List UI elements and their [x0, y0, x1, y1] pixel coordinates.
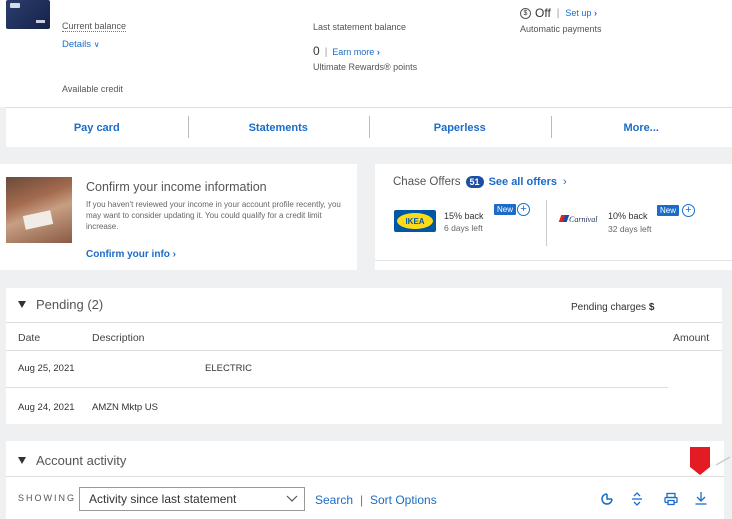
details-link[interactable]: Details ∨ — [62, 39, 100, 50]
pending-charges: Pending charges $ — [571, 302, 655, 313]
pay-card-button[interactable]: Pay card — [6, 108, 188, 147]
download-icon[interactable] — [694, 491, 708, 505]
autopay-label: Automatic payments — [520, 24, 602, 34]
woman-reading-photo — [6, 177, 72, 243]
expand-collapse-icon[interactable] — [630, 492, 644, 506]
showing-label: SHOWING — [18, 493, 76, 503]
account-activity-title: Account activity — [36, 453, 127, 468]
offers-footer — [375, 260, 732, 270]
rewards-points-value: 0 — [313, 44, 320, 58]
print-icon[interactable] — [664, 492, 678, 506]
credit-card-image — [6, 0, 50, 29]
chevron-right-icon: › — [563, 176, 567, 188]
caret-down-icon — [18, 301, 26, 308]
carnival-logo: Carnival — [558, 215, 597, 224]
ikea-offer-days: 6 days left — [444, 223, 483, 233]
income-card-body: If you haven't reviewed your income in y… — [86, 200, 341, 231]
autopay-row: $ Off | Set up › — [520, 6, 597, 20]
setup-autopay-link[interactable]: Set up › — [565, 8, 597, 18]
sort-options-link[interactable]: Sort Options — [370, 493, 437, 507]
statements-button[interactable]: Statements — [187, 108, 370, 147]
spending-chart-icon[interactable] — [600, 492, 614, 506]
chevron-down-icon — [286, 495, 298, 502]
column-header-date: Date — [18, 332, 41, 344]
search-link[interactable]: Search — [315, 493, 353, 507]
chevron-right-icon: › — [376, 47, 380, 57]
paperless-button[interactable]: Paperless — [369, 108, 551, 147]
pending-title: Pending (2) — [36, 297, 104, 312]
divider — [6, 350, 722, 351]
pending-row-description: AMZN Mktp US — [92, 402, 158, 413]
rewards-points-row: 0 | Earn more › — [313, 44, 380, 58]
column-header-description: Description — [92, 332, 145, 344]
available-credit-label: Available credit — [62, 84, 123, 94]
scroll-hint-icon — [715, 456, 731, 466]
add-offer-icon[interactable]: + — [682, 204, 695, 217]
highlight-arrow-icon — [690, 447, 710, 475]
divider — [6, 322, 722, 323]
income-card-title: Confirm your income information — [86, 180, 267, 194]
offers-count-badge: 51 — [465, 176, 484, 188]
link-separator: | — [360, 493, 364, 507]
last-statement-balance-label: Last statement balance — [313, 22, 407, 32]
account-activity-toggle[interactable]: Account activity — [18, 453, 126, 468]
offers-header: Chase Offers 51 See all offers › — [393, 176, 567, 188]
new-badge: New — [494, 204, 517, 215]
activity-filter-select[interactable]: Activity since last statement — [79, 487, 305, 511]
confirm-info-link[interactable]: Confirm your info › — [86, 249, 176, 260]
column-header-amount: Amount — [673, 332, 710, 344]
more-button[interactable]: More... — [550, 108, 732, 147]
rewards-label: Ultimate Rewards® points — [313, 62, 418, 72]
new-badge: New — [657, 205, 680, 216]
chevron-right-icon: › — [593, 8, 597, 18]
offers-title: Chase Offers — [393, 176, 461, 188]
ikea-offer-percent: 15% back — [444, 211, 484, 221]
pending-row-date: Aug 25, 2021 — [18, 363, 75, 374]
carnival-offer-days: 32 days left — [608, 224, 652, 234]
ikea-logo: IKEA — [394, 210, 436, 232]
earn-more-link[interactable]: Earn more › — [332, 47, 380, 57]
divider — [6, 387, 668, 388]
current-balance-label: Current balance — [62, 21, 127, 32]
divider — [546, 200, 547, 246]
pending-row-description: ELECTRIC — [205, 363, 252, 374]
action-bar: Pay card Statements Paperless More... — [6, 107, 732, 147]
carnival-offer-percent: 10% back — [608, 211, 648, 221]
pending-row-date: Aug 24, 2021 — [18, 402, 75, 413]
see-all-offers-link[interactable]: See all offers — [489, 176, 557, 188]
chevron-right-icon: › — [172, 249, 177, 260]
divider — [6, 476, 724, 477]
pending-toggle[interactable]: Pending (2) — [18, 297, 103, 312]
dollar-circle-icon: $ — [520, 7, 531, 19]
caret-down-icon — [18, 457, 26, 464]
add-offer-icon[interactable]: + — [517, 203, 530, 216]
chevron-down-icon: ∨ — [93, 40, 100, 49]
autopay-status: Off — [535, 6, 551, 20]
